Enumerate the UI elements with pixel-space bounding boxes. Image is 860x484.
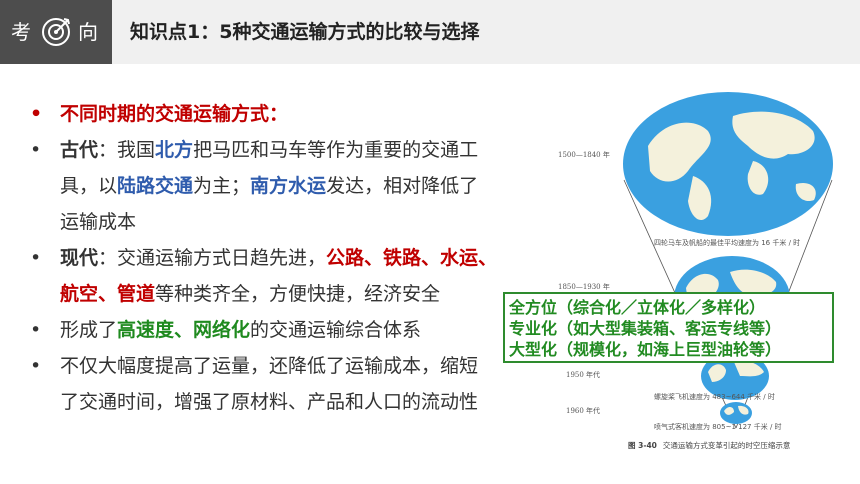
- ancient-label: 古代: [60, 139, 99, 161]
- time-space-compression-figure: 1500—1840 年 四轮马车及帆船的最佳平均速度为 16 千米 / 时 18…: [558, 76, 848, 460]
- era-label-4: 1960 年代: [566, 407, 601, 415]
- figure-caption: 图 3-40 交通运输方式变革引起的时空压缩示意: [628, 440, 790, 451]
- bullet-dot: •: [30, 319, 42, 341]
- south-water-highlight: 南方水运: [250, 175, 327, 197]
- badge-char-left: 考: [11, 20, 31, 44]
- era-label-1: 1500—1840 年: [558, 151, 610, 159]
- text: 为主；: [193, 175, 251, 197]
- modes-highlight-1: 公路、铁路、水运、: [326, 247, 498, 269]
- badge-char-right: 向: [78, 20, 98, 44]
- text: 我国: [117, 139, 156, 161]
- bullet-dot: •: [30, 247, 42, 269]
- colon: ：: [98, 247, 118, 269]
- bullet-5-line-2: 了交通时间，增强了原材料、产品和人口的流动性: [30, 384, 550, 420]
- text: 发达，相对降低了: [326, 175, 479, 197]
- speed-note-3: 螺旋桨飞机速度为 483~644 千米 / 时: [654, 393, 775, 401]
- north-highlight: 北方: [155, 139, 194, 161]
- era-label-2: 1850—1930 年: [558, 283, 610, 291]
- text: 了交通时间，增强了原材料、产品和人口的流动性: [60, 391, 479, 413]
- modern-label: 现代: [60, 247, 99, 269]
- bullet-2-line-1: • 古代：我国北方把马匹和马车等作为重要的交通工: [30, 132, 550, 168]
- text: 形成了: [60, 319, 118, 341]
- text: 不仅大幅度提高了运量，还降低了运输成本，缩短: [60, 355, 479, 377]
- bullet-3-line-1: • 现代：交通运输方式日趋先进，公路、铁路、水运、: [30, 240, 550, 276]
- speed-note-1: 四轮马车及帆船的最佳平均速度为 16 千米 / 时: [654, 239, 801, 247]
- summary-line-all-round: 全方位（综合化／立体化／多样化）: [509, 298, 766, 317]
- globe-large: [623, 92, 833, 236]
- text: 把马匹和马车等作为重要的交通工: [193, 139, 479, 161]
- bullet-4: • 形成了高速度、网络化的交通运输综合体系: [30, 312, 550, 348]
- text: 交通运输方式日趋先进，: [117, 247, 327, 269]
- summary-line-large-scale: 大型化（规模化，如海上巨型油轮等）: [509, 340, 782, 359]
- figure-caption-text: 交通运输方式变革引起的时空压缩示意: [662, 441, 791, 450]
- network-highlight: 高速度、网络化: [117, 319, 251, 341]
- bullet-1-heading: 不同时期的交通运输方式：: [60, 103, 289, 125]
- era-label-3: 1950 年代: [566, 371, 601, 379]
- land-transport-highlight: 陆路交通: [117, 175, 194, 197]
- summary-line-specialized: 专业化（如大型集装箱、客运专线等）: [509, 319, 782, 338]
- summary-box: 全方位（综合化／立体化／多样化） 专业化（如大型集装箱、客运专线等） 大型化（规…: [503, 292, 834, 363]
- section-badge: 考 向: [0, 0, 112, 64]
- text: 具，以: [60, 175, 118, 197]
- bullet-dot: •: [30, 355, 42, 377]
- bullet-2-line-2: 具，以陆路交通为主；南方水运发达，相对降低了: [30, 168, 550, 204]
- bullet-5-line-1: • 不仅大幅度提高了运量，还降低了运输成本，缩短: [30, 348, 550, 384]
- bullet-dot: •: [30, 139, 42, 161]
- bullet-1: • 不同时期的交通运输方式：: [30, 96, 550, 132]
- text: 等种类齐全，方便快捷，经济安全: [155, 283, 441, 305]
- modes-highlight-2: 航空、管道: [60, 283, 156, 305]
- target-icon: [42, 18, 70, 46]
- speed-note-4: 喷气式客机速度为 805~1 127 千米 / 时: [654, 423, 782, 431]
- text: 的交通运输综合体系: [250, 319, 422, 341]
- globe-tiny: [720, 402, 752, 424]
- header-bar: 考 向 知识点1：5种交通运输方式的比较与选择: [0, 0, 860, 64]
- page-title: 知识点1：5种交通运输方式的比较与选择: [130, 21, 480, 43]
- bullet-list: • 不同时期的交通运输方式： • 古代：我国北方把马匹和马车等作为重要的交通工 …: [30, 96, 550, 420]
- text: 运输成本: [60, 211, 137, 233]
- bullet-3-line-2: 航空、管道等种类齐全，方便快捷，经济安全: [30, 276, 550, 312]
- bullet-2-line-3: 运输成本: [30, 204, 550, 240]
- bullet-dot: •: [30, 103, 43, 125]
- figure-number: 图 3-40: [628, 441, 657, 450]
- globes-illustration: [623, 92, 833, 429]
- colon: ：: [98, 139, 118, 161]
